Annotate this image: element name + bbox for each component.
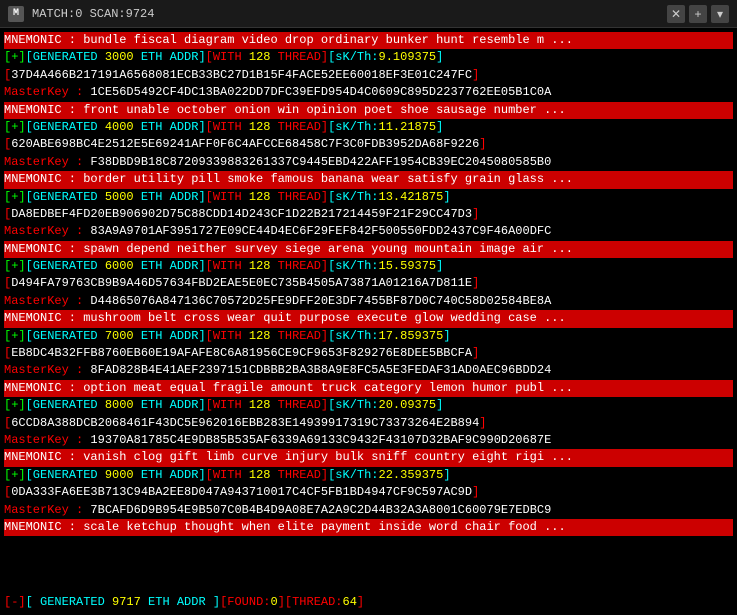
hash-line: [EB8DC4B32FFB8760EB60E19AFAFE8C6A81956CE… — [4, 345, 733, 362]
mnemonic-line: MNEMONIC : front unable october onion wi… — [4, 102, 733, 119]
terminal: MNEMONIC : bundle fiscal diagram video d… — [0, 28, 737, 615]
close-button[interactable]: ✕ — [667, 5, 685, 23]
hash-line: [D494FA79763CB9B9A46D57634FBD2EAE5E0EC73… — [4, 275, 733, 292]
titlebar-controls: ✕ + ▾ — [667, 5, 729, 23]
generated-line: [+][GENERATED 5000 ETH ADDR][WITH 128 TH… — [4, 189, 733, 206]
masterkey-line: MasterKey : 1CE56D5492CF4DC13BA022DD7DFC… — [4, 84, 733, 101]
status-line: [-][ GENERATED 9717 ETH ADDR ][FOUND:0][… — [4, 594, 733, 611]
generated-line: [+][GENERATED 8000 ETH ADDR][WITH 128 TH… — [4, 397, 733, 414]
masterkey-line: MasterKey : 8FAD828B4E41AEF2397151CDBBB2… — [4, 362, 733, 379]
hash-line: [37D4A466B217191A6568081ECB33BC27D1B15F4… — [4, 67, 733, 84]
hash-line: [620ABE698BC4E2512E5E69241AFF0F6C4AFCCE6… — [4, 136, 733, 153]
mnemonic-line: MNEMONIC : scale ketchup thought when el… — [4, 519, 733, 536]
masterkey-line: MasterKey : 7BCAFD6D9B954E9B507C0B4B4D9A… — [4, 502, 733, 519]
mnemonic-line: MNEMONIC : border utility pill smoke fam… — [4, 171, 733, 188]
masterkey-line: MasterKey : 83A9A9701AF3951727E09CE44D4E… — [4, 223, 733, 240]
generated-line: [+][GENERATED 7000 ETH ADDR][WITH 128 TH… — [4, 328, 733, 345]
masterkey-line: MasterKey : F38DBD9B18C87209339883261337… — [4, 154, 733, 171]
generated-line: [+][GENERATED 4000 ETH ADDR][WITH 128 TH… — [4, 119, 733, 136]
new-tab-button[interactable]: + — [689, 5, 707, 23]
masterkey-line: MasterKey : 19370A81785C4E9DB85B535AF633… — [4, 432, 733, 449]
mnemonic-line: MNEMONIC : mushroom belt cross wear quit… — [4, 310, 733, 327]
dropdown-button[interactable]: ▾ — [711, 5, 729, 23]
hash-line: [DA8EDBEF4FD20EB906902D75C88CDD14D243CF1… — [4, 206, 733, 223]
masterkey-line: MasterKey : D44865076A847136C70572D25FE9… — [4, 293, 733, 310]
generated-line: [+][GENERATED 6000 ETH ADDR][WITH 128 TH… — [4, 258, 733, 275]
mnemonic-line: MNEMONIC : option meat equal fragile amo… — [4, 380, 733, 397]
generated-line: [+][GENERATED 3000 ETH ADDR][WITH 128 TH… — [4, 49, 733, 66]
mnemonic-line: MNEMONIC : bundle fiscal diagram video d… — [4, 32, 733, 49]
mnemonic-line: MNEMONIC : spawn depend neither survey s… — [4, 241, 733, 258]
hash-line: [0DA333FA6EE3B713C94BA2EE8D047A943710017… — [4, 484, 733, 501]
mnemonic-line: MNEMONIC : vanish clog gift limb curve i… — [4, 449, 733, 466]
titlebar: M MATCH:0 SCAN:9724 ✕ + ▾ — [0, 0, 737, 28]
hash-line: [6CCD8A388DCB2068461F43DC5E962016EBB283E… — [4, 415, 733, 432]
titlebar-title: MATCH:0 SCAN:9724 — [32, 7, 659, 21]
generated-line: [+][GENERATED 9000 ETH ADDR][WITH 128 TH… — [4, 467, 733, 484]
app-icon: M — [8, 6, 24, 22]
